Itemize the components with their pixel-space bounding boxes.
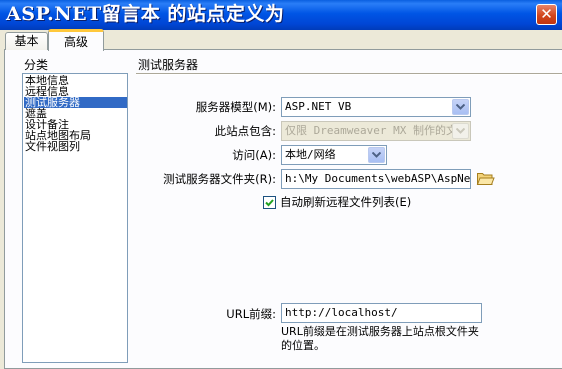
close-icon: ✕ bbox=[540, 5, 553, 23]
test-folder-input[interactable]: h:\My Documents\webASP\AspNet\ bbox=[281, 169, 471, 189]
server-model-select[interactable]: ASP.NET VB bbox=[281, 97, 471, 117]
server-model-label: 服务器模型(M): bbox=[195, 100, 276, 114]
section-title: 测试服务器 bbox=[138, 58, 199, 72]
category-item-file-view-columns[interactable]: 文件视图列 bbox=[24, 141, 127, 152]
test-folder-label: 测试服务器文件夹(R): bbox=[163, 172, 276, 186]
access-value: 本地/网络 bbox=[285, 148, 336, 161]
chevron-down-icon bbox=[452, 123, 469, 139]
server-model-value: ASP.NET VB bbox=[285, 100, 352, 113]
category-item-cloaking[interactable]: 遮盖 bbox=[24, 108, 127, 119]
auto-refresh-label[interactable]: 自动刷新远程文件列表(E) bbox=[280, 195, 411, 209]
section-divider bbox=[136, 73, 562, 75]
access-label: 访问(A): bbox=[232, 148, 276, 162]
url-prefix-input[interactable]: http://localhost/ bbox=[281, 303, 482, 323]
site-contains-select: 仅限 Dreamweaver MX 制作的文 bbox=[281, 121, 471, 141]
category-item-testing-server[interactable]: 测试服务器 bbox=[24, 97, 127, 108]
url-help-text: URL前缀是在测试服务器上站点根文件夹的位置。 bbox=[281, 325, 479, 352]
category-item-site-map-layout[interactable]: 站点地图布局 bbox=[24, 130, 127, 141]
tab-basic[interactable]: 基本 bbox=[5, 32, 48, 50]
category-label: 分类 bbox=[24, 58, 49, 72]
url-prefix-label: URL前缀: bbox=[226, 307, 276, 321]
category-item-design-notes[interactable]: 设计备注 bbox=[24, 119, 127, 130]
site-contains-label: 此站点包含: bbox=[214, 124, 276, 138]
tab-advanced[interactable]: 高级 bbox=[48, 29, 104, 51]
chevron-down-icon[interactable] bbox=[452, 99, 469, 115]
category-list[interactable]: 本地信息 远程信息 测试服务器 遮盖 设计备注 站点地图布局 文件视图列 bbox=[22, 73, 128, 363]
site-contains-value: 仅限 Dreamweaver MX 制作的文 bbox=[285, 124, 457, 137]
checkmark-icon bbox=[265, 199, 274, 207]
window-title: ASP.NET留言本 的站点定义为 bbox=[6, 3, 285, 25]
auto-refresh-checkbox[interactable] bbox=[263, 196, 276, 209]
close-button[interactable]: ✕ bbox=[536, 4, 557, 25]
chevron-down-icon[interactable] bbox=[368, 147, 385, 163]
category-item-remote-info[interactable]: 远程信息 bbox=[24, 86, 127, 97]
folder-icon[interactable] bbox=[476, 170, 495, 187]
category-item-local-info[interactable]: 本地信息 bbox=[24, 75, 127, 86]
access-select[interactable]: 本地/网络 bbox=[281, 145, 387, 165]
